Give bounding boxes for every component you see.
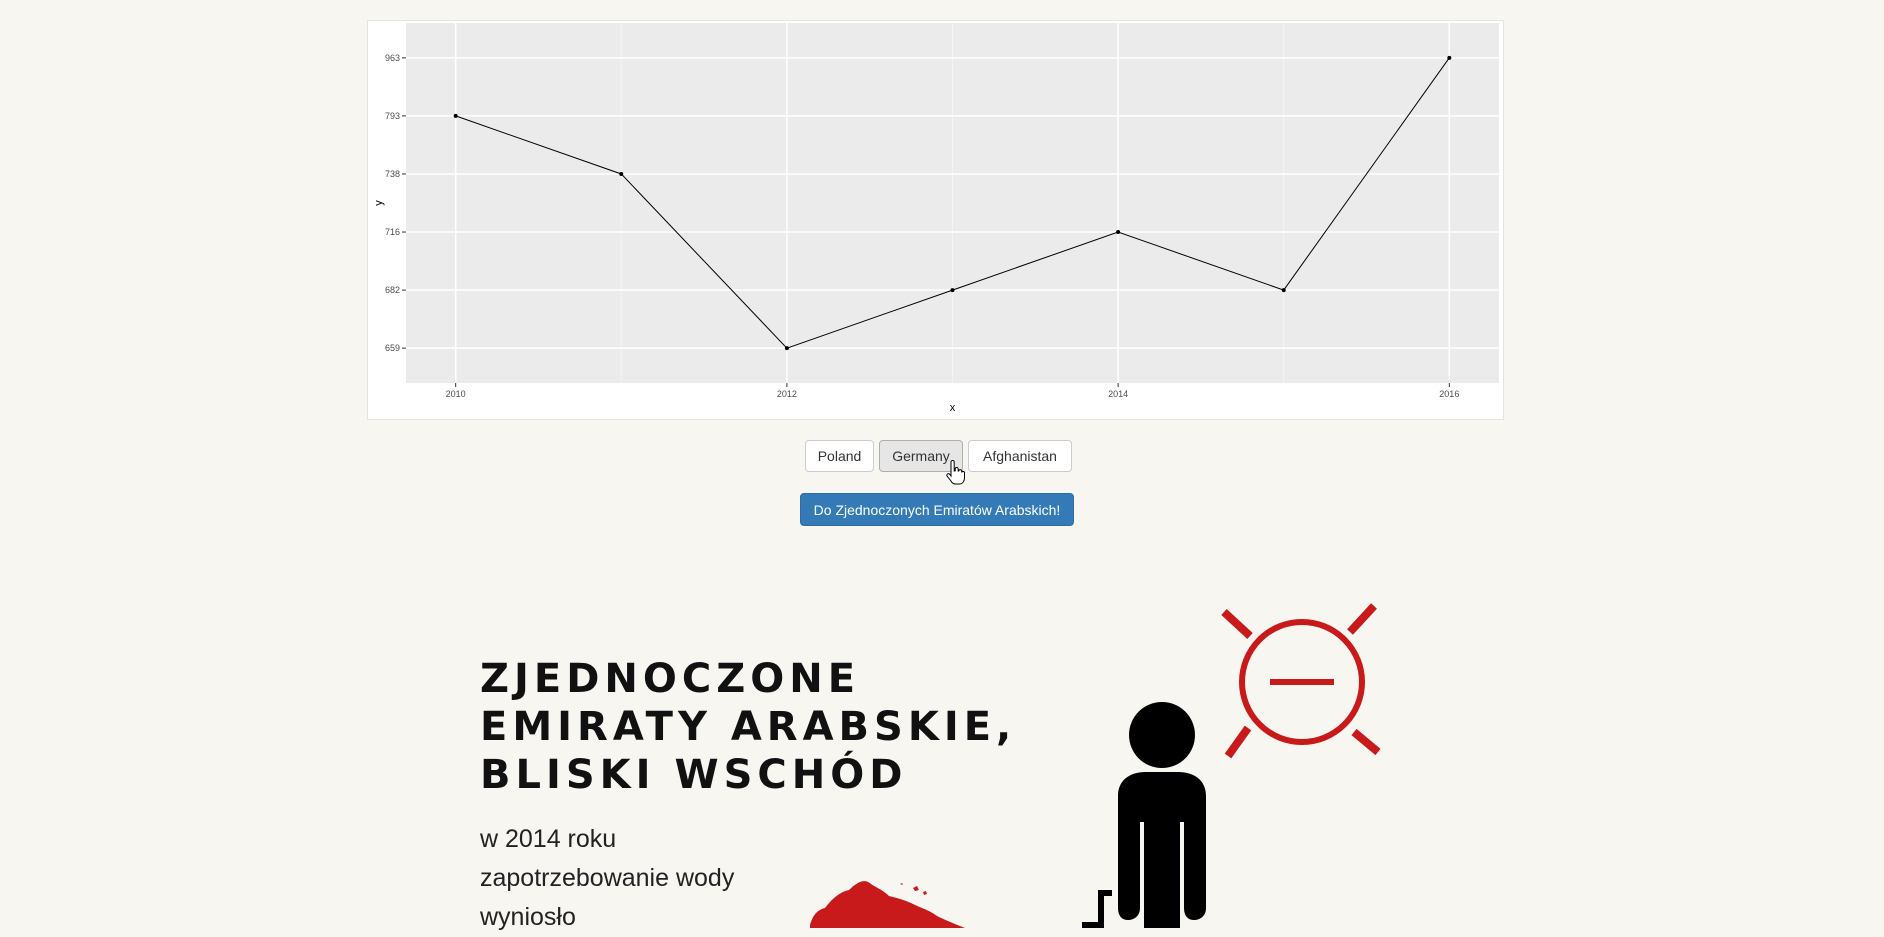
y-tick-label: 716 <box>385 227 400 237</box>
afghanistan-button[interactable]: Afghanistan <box>968 440 1072 472</box>
data-point <box>1281 288 1286 293</box>
x-tick-label: 2010 <box>446 389 466 399</box>
data-point <box>1116 230 1121 235</box>
y-tick-label: 738 <box>385 169 400 179</box>
y-axis-title: y <box>373 200 385 206</box>
line-chart: 659 682 716 738 793 963 2010 2012 2014 2016 x y <box>373 23 1499 414</box>
y-tick-label: 682 <box>385 285 400 295</box>
x-tick-label: 2014 <box>1108 389 1128 399</box>
x-tick-label: 2012 <box>777 389 797 399</box>
map-region-shape <box>810 881 965 928</box>
section-title: ZJEDNOCZONE EMIRATY ARABSKIE, BLISKI WSC… <box>480 655 1016 799</box>
x-axis-title: x <box>950 402 956 414</box>
data-point <box>1447 55 1452 60</box>
data-point <box>619 171 624 176</box>
body-line: w 2014 roku <box>480 825 617 853</box>
body-line: wyniosło <box>480 903 576 931</box>
data-point <box>453 113 458 118</box>
body-line: zapotrzebowanie wody <box>480 864 735 892</box>
section-title-line: EMIRATY ARABSKIE, <box>480 704 1017 750</box>
data-point <box>950 288 955 293</box>
poland-button[interactable]: Poland <box>805 440 874 472</box>
y-tick-label: 659 <box>385 343 400 353</box>
x-tick-label: 2016 <box>1439 389 1459 399</box>
section-title-line: ZJEDNOCZONE <box>480 656 861 702</box>
person-icon <box>1082 702 1206 928</box>
uae-navigate-button[interactable]: Do Zjednoczonych Emiratów Arabskich! <box>800 493 1074 526</box>
y-tick-label: 793 <box>385 111 400 121</box>
section-title-line: BLISKI WSCHÓD <box>480 752 908 798</box>
section-body-text: w 2014 roku zapotrzebowanie wody wyniosł… <box>480 820 734 937</box>
sun-minus-icon <box>1221 603 1381 759</box>
data-point <box>784 346 789 351</box>
chart-panel: 659 682 716 738 793 963 2010 2012 2014 2016 x y <box>367 20 1504 420</box>
y-tick-label: 963 <box>385 53 400 63</box>
hand-pointer-icon <box>946 460 965 485</box>
